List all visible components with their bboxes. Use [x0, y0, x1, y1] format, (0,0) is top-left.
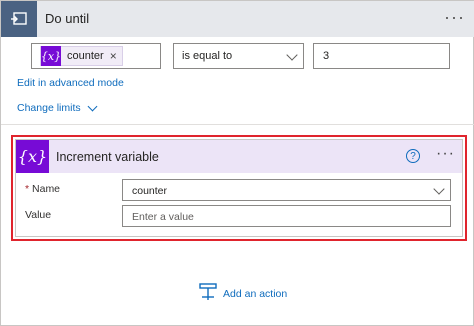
required-mark: *: [25, 183, 30, 195]
value-field-label: Value: [25, 209, 52, 221]
increment-variable-card: {x} Increment variable ? ··· * Name coun…: [15, 139, 463, 237]
counter-token: {x} counter ×: [40, 46, 123, 66]
add-action-icon: [199, 282, 217, 306]
variable-icon: {x}: [41, 46, 61, 66]
value-placeholder: Enter a value: [132, 211, 194, 223]
operator-value: is equal to: [182, 50, 233, 62]
edit-advanced-mode-link[interactable]: Edit in advanced mode: [17, 77, 124, 89]
change-limits-label: Change limits: [17, 102, 81, 114]
do-until-more-menu-button[interactable]: ···: [444, 8, 465, 26]
increment-variable-header[interactable]: {x} Increment variable ? ···: [16, 140, 462, 173]
token-label: counter: [67, 50, 104, 62]
chevron-down-icon: [433, 183, 445, 195]
remove-token-icon[interactable]: ×: [110, 49, 122, 63]
help-icon[interactable]: ?: [406, 149, 420, 163]
condition-value: 3: [323, 50, 330, 62]
condition-right-operand[interactable]: 3: [313, 43, 450, 69]
card-more-menu-button[interactable]: ···: [436, 146, 455, 162]
value-input[interactable]: Enter a value: [122, 205, 451, 227]
condition-left-operand[interactable]: {x} counter ×: [31, 43, 161, 69]
name-label: Name: [32, 183, 61, 195]
do-until-title: Do until: [45, 11, 90, 26]
change-limits-link[interactable]: Change limits: [17, 101, 98, 114]
divider: [1, 124, 474, 125]
add-action-label: Add an action: [223, 288, 288, 300]
add-action-button[interactable]: Add an action: [199, 282, 288, 306]
do-until-header[interactable]: Do until ···: [1, 1, 474, 37]
card-title: Increment variable: [56, 150, 159, 164]
condition-operator-select[interactable]: is equal to: [173, 43, 304, 69]
do-until-container: Do until ··· {x} counter × is equal to 3…: [0, 0, 474, 326]
variable-icon: {x}: [16, 140, 49, 173]
name-field-label: * Name: [25, 183, 60, 195]
chevron-down-icon: [87, 101, 98, 111]
chevron-down-icon: [286, 49, 298, 61]
do-until-loop-icon: [1, 1, 37, 37]
name-value: counter: [132, 185, 168, 197]
name-select[interactable]: counter: [122, 179, 451, 201]
